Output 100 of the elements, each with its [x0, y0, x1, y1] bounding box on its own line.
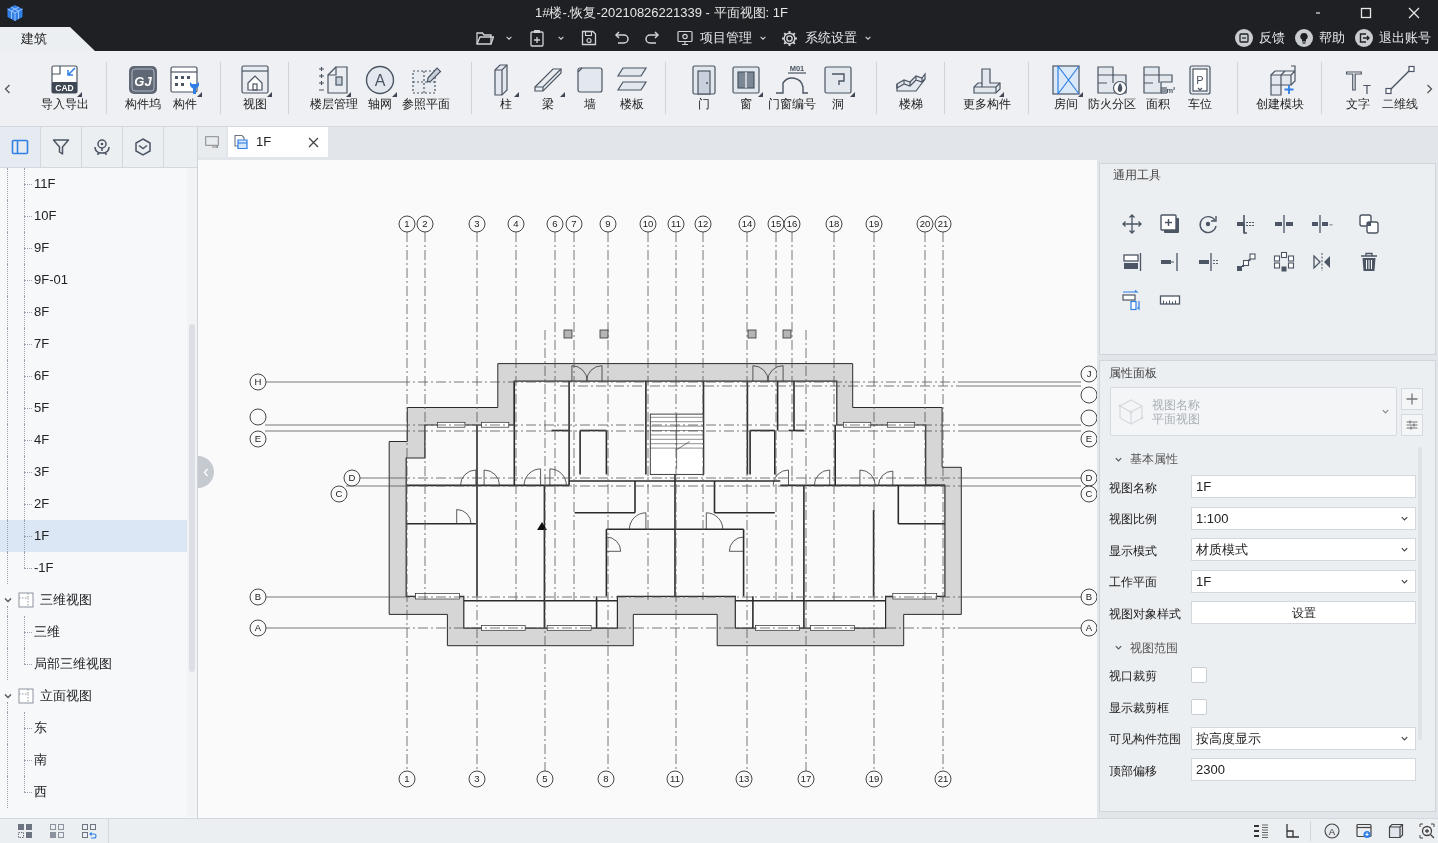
ribbon-button[interactable]: 楼层管理 [309, 63, 359, 126]
tree-item[interactable]: -1F [0, 552, 187, 584]
ribbon-button[interactable]: P 车位 [1179, 63, 1221, 126]
window-badge-icon[interactable] [1356, 823, 1372, 839]
chevron-down-icon[interactable] [3, 691, 13, 701]
caret-down-icon[interactable] [557, 34, 565, 42]
tree-item[interactable]: 6F [0, 360, 187, 392]
close-icon[interactable] [308, 136, 319, 148]
grid-dashed-icon[interactable] [17, 823, 33, 839]
undo-arrow-icon[interactable] [613, 30, 630, 46]
copy-plus-icon[interactable] [1159, 213, 1181, 235]
document-tab[interactable]: 1F [228, 127, 328, 157]
logout-button[interactable]: 退出账号 [1355, 28, 1431, 48]
ribbon-button[interactable]: A 轴网 [359, 63, 401, 126]
ribbon-button[interactable]: 创建模块 [1254, 63, 1305, 126]
list-lines-icon[interactable] [1253, 823, 1269, 839]
caret-down-icon[interactable] [505, 34, 513, 42]
section-header[interactable]: 基本属性 [1109, 447, 1416, 471]
ribbon-tab[interactable]: 建筑 [0, 27, 95, 51]
align-bars-icon[interactable] [1121, 251, 1143, 273]
dropdown[interactable]: 按高度显示 [1191, 726, 1416, 750]
tree-item[interactable]: 3F [0, 456, 187, 488]
rotate-arrow-icon[interactable] [1197, 213, 1219, 235]
tree-item[interactable]: 4F [0, 424, 187, 456]
caret-down-icon[interactable] [759, 34, 767, 42]
tree-item[interactable]: 西 [0, 776, 187, 808]
dropdown[interactable]: 材质模式 [1191, 538, 1416, 562]
caret-down-icon[interactable] [864, 34, 872, 42]
tree-group[interactable]: 三维视图 [0, 584, 187, 616]
tree-item[interactable]: 局部三维视图 [0, 648, 187, 680]
ribbon-button[interactable]: 防火分区 [1087, 63, 1137, 126]
extend-bar-icon[interactable] [1159, 251, 1181, 273]
step-array-icon[interactable] [1235, 251, 1257, 273]
ribbon-button[interactable]: 更多构件 [961, 63, 1012, 126]
split-menu-icon[interactable] [1311, 213, 1333, 235]
ribbon-button[interactable]: 洞 [817, 63, 859, 126]
ribbon-button[interactable]: 视图 [233, 63, 276, 126]
redo-arrow-icon[interactable] [644, 30, 661, 46]
tree-item[interactable]: 9F-01 [0, 264, 187, 296]
trash-icon[interactable] [1358, 251, 1380, 273]
tree-item[interactable]: 南 [0, 744, 187, 776]
circled-letter-icon[interactable]: A [1324, 823, 1340, 839]
project-menu-button[interactable]: 项目管理 [677, 28, 767, 48]
property-label: 视图名称 [1109, 480, 1157, 495]
ring-array-icon[interactable] [1273, 251, 1295, 273]
tree-item[interactable]: 10F [0, 200, 187, 232]
chevron-left-icon[interactable] [3, 83, 11, 94]
panel-tab[interactable] [0, 127, 41, 167]
ribbon-button[interactable]: 楼梯 [889, 63, 932, 126]
add-button[interactable] [1401, 388, 1423, 410]
ribbon-button[interactable]: GJ 构件坞 [121, 63, 164, 126]
tree-item[interactable]: 7F [0, 328, 187, 360]
trim-bar-icon[interactable] [1197, 251, 1219, 273]
checkbox[interactable] [1191, 698, 1207, 715]
grid-undo-icon[interactable] [81, 823, 97, 839]
grid-icon[interactable] [49, 823, 65, 839]
maximize-icon[interactable] [1360, 6, 1372, 19]
offset-arrows-icon[interactable] [1121, 289, 1143, 311]
ribbon-button[interactable]: 参照平面 [401, 63, 451, 126]
feedback-button[interactable]: 反馈 [1235, 28, 1285, 48]
tree-item[interactable]: 8F [0, 296, 187, 328]
dropdown[interactable]: 1:100 [1191, 506, 1416, 530]
tree-group[interactable]: 立面视图 [0, 680, 187, 712]
move-arrows-icon[interactable] [1121, 213, 1143, 235]
split-line-icon[interactable] [1273, 213, 1295, 235]
settings-menu-button[interactable]: 系统设置 [781, 28, 872, 48]
ribbon-button[interactable]: 门 [683, 63, 725, 126]
clipboard-icon[interactable] [529, 29, 545, 47]
trim-corner-icon[interactable] [1235, 213, 1257, 235]
tree-item[interactable]: 9F [0, 232, 187, 264]
text-field[interactable]: 1F [1191, 475, 1416, 499]
options-button[interactable] [1401, 414, 1423, 436]
section-header[interactable]: 视图范围 [1109, 635, 1416, 660]
ribbon-button[interactable]: 窗 [725, 63, 767, 126]
help-button[interactable]: 帮助 [1295, 28, 1345, 48]
tree-item[interactable]: 三维 [0, 616, 187, 648]
chevron-right-icon[interactable] [1426, 83, 1433, 94]
ribbon-button[interactable]: 二维线 [1379, 63, 1421, 126]
corner-axes-icon[interactable] [1284, 823, 1300, 839]
sliders-icon [1406, 420, 1418, 430]
ribbon-button[interactable]: 柱 [484, 63, 527, 126]
ribbon-button[interactable]: 房间 [1045, 63, 1087, 126]
tree-item[interactable]: 11F [0, 168, 187, 200]
ribbon-button[interactable]: 构件 [163, 63, 206, 126]
tree-item[interactable]: 1F [0, 520, 187, 552]
ribbon-button[interactable]: CAD 导入导出 [40, 63, 90, 126]
cube-icon[interactable] [1388, 823, 1404, 839]
overlap-squares-icon[interactable] [1358, 213, 1380, 235]
ribbon-button[interactable]: 墙 [568, 63, 611, 126]
checkbox[interactable] [1191, 667, 1207, 684]
tree-item[interactable]: 东 [0, 712, 187, 744]
ribbon-button[interactable]: 梁 [526, 63, 569, 126]
zoom-frame-icon[interactable] [1419, 823, 1435, 839]
chevron-down-icon[interactable] [3, 595, 13, 605]
text-field[interactable]: 2300 [1191, 758, 1416, 782]
ribbon-button[interactable]: 楼板 [610, 63, 653, 126]
folder-icon[interactable] [476, 30, 494, 46]
property-button[interactable]: 设置 [1191, 601, 1416, 625]
tree-item[interactable]: 5F [0, 392, 187, 424]
dropdown[interactable]: 1F [1191, 569, 1416, 593]
